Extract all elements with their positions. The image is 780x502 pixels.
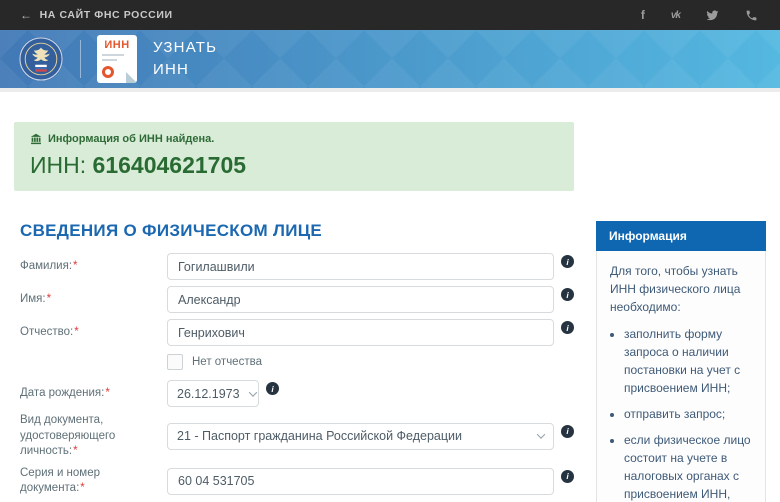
doc-type-select[interactable]: 21 - Паспорт гражданина Российской Федер… (167, 423, 554, 450)
back-to-fns-link[interactable]: ← НА САЙТ ФНС РОССИИ (20, 8, 173, 22)
stamp-circle-icon (102, 66, 114, 78)
building-icon (30, 133, 42, 145)
doc-type-label: Вид документа,удостоверяющего личность:* (20, 413, 167, 460)
patronymic-label: Отчество:* (20, 325, 167, 341)
inn-badge-text: ИНН (102, 39, 132, 51)
alert-status-line: Информация об ИНН найдена. (30, 133, 558, 145)
required-mark: * (73, 260, 77, 272)
info-icon[interactable]: i (561, 321, 574, 334)
required-mark: * (73, 445, 77, 457)
patronymic-input[interactable] (167, 319, 554, 346)
info-sidebar: Информация Для того, чтобы узнать ИНН фи… (596, 221, 766, 502)
chevron-down-icon (248, 388, 256, 396)
no-patronymic-label: Нет отчества (192, 356, 262, 368)
inn-result-line: ИНН: 616404621705 (30, 152, 558, 179)
field-row-doc-number: Серия и номер документа:* i (20, 466, 574, 497)
name-label: Имя:* (20, 292, 167, 308)
birth-date-value: 26.12.1973 (177, 387, 240, 401)
inn-label: ИНН: (30, 152, 86, 178)
back-link-label: НА САЙТ ФНС РОССИИ (40, 9, 173, 21)
list-item: отправить запрос; (624, 405, 752, 423)
info-icon[interactable]: i (266, 382, 279, 395)
birth-date-label: Дата рождения:* (20, 386, 167, 402)
doc-number-input[interactable] (167, 468, 554, 495)
doc-number-label: Серия и номер документа:* (20, 466, 167, 497)
twitter-icon[interactable] (706, 9, 719, 22)
info-icon[interactable]: i (561, 470, 574, 483)
surname-label: Фамилия:* (20, 259, 167, 275)
site-header: ИНН УЗНАТЬ ИНН (0, 30, 780, 92)
social-links: f vk (641, 8, 760, 22)
topbar: ← НА САЙТ ФНС РОССИИ f vk (0, 0, 780, 30)
info-icon[interactable]: i (561, 425, 574, 438)
birth-date-select[interactable]: 26.12.1973 (167, 380, 259, 407)
field-row-doc-type: Вид документа,удостоверяющего личность:*… (20, 413, 574, 460)
field-row-birth-date: Дата рождения:* 26.12.1973 i (20, 380, 574, 407)
field-row-surname: Фамилия:* i (20, 253, 574, 280)
chevron-down-icon (537, 431, 545, 439)
service-title: УЗНАТЬ ИНН (153, 37, 217, 81)
surname-input[interactable] (167, 253, 554, 280)
field-row-name: Имя:* i (20, 286, 574, 313)
required-mark: * (47, 293, 51, 305)
service-title-line1: УЗНАТЬ (153, 39, 217, 56)
no-patronymic-checkbox[interactable] (167, 354, 183, 370)
list-item: заполнить форму запроса о наличии постан… (624, 325, 752, 397)
service-title-line2: ИНН (153, 61, 189, 78)
vk-icon[interactable]: vk (671, 10, 680, 21)
person-details-form: СВЕДЕНИЯ О ФИЗИЧЕСКОМ ЛИЦЕ Фамилия:* i И… (14, 221, 574, 502)
facebook-icon[interactable]: f (641, 8, 645, 22)
inn-value: 616404621705 (93, 152, 247, 178)
sidebar-steps-list: заполнить форму запроса о наличии постан… (610, 325, 752, 502)
fns-emblem-logo[interactable] (18, 36, 64, 82)
phone-icon[interactable] (745, 9, 758, 22)
form-section-title: СВЕДЕНИЯ О ФИЗИЧЕСКОМ ЛИЦЕ (20, 221, 574, 241)
info-icon[interactable]: i (561, 288, 574, 301)
required-mark: * (105, 387, 109, 399)
list-item: если физическое лицо состоит на учете в … (624, 431, 752, 502)
sidebar-body: Для того, чтобы узнать ИНН физического л… (596, 251, 766, 502)
required-mark: * (80, 482, 84, 494)
inn-document-icon[interactable]: ИНН (97, 35, 137, 83)
header-divider (80, 40, 81, 78)
folded-corner (126, 72, 137, 83)
field-row-patronymic: Отчество:* i (20, 319, 574, 346)
sidebar-title: Информация (596, 221, 766, 251)
no-patronymic-row: Нет отчества (20, 354, 574, 370)
alert-status-text: Информация об ИНН найдена. (48, 133, 214, 145)
info-icon[interactable]: i (561, 255, 574, 268)
sidebar-intro: Для того, чтобы узнать ИНН физического л… (610, 262, 752, 316)
result-alert: Информация об ИНН найдена. ИНН: 61640462… (14, 122, 574, 191)
required-mark: * (74, 326, 78, 338)
name-input[interactable] (167, 286, 554, 313)
doc-type-value: 21 - Паспорт гражданина Российской Федер… (177, 429, 462, 443)
main-content: Информация об ИНН найдена. ИНН: 61640462… (0, 92, 780, 502)
uznat-inn-page: ← НА САЙТ ФНС РОССИИ f vk ИНН (0, 0, 780, 502)
back-arrow-icon: ← (20, 8, 33, 22)
